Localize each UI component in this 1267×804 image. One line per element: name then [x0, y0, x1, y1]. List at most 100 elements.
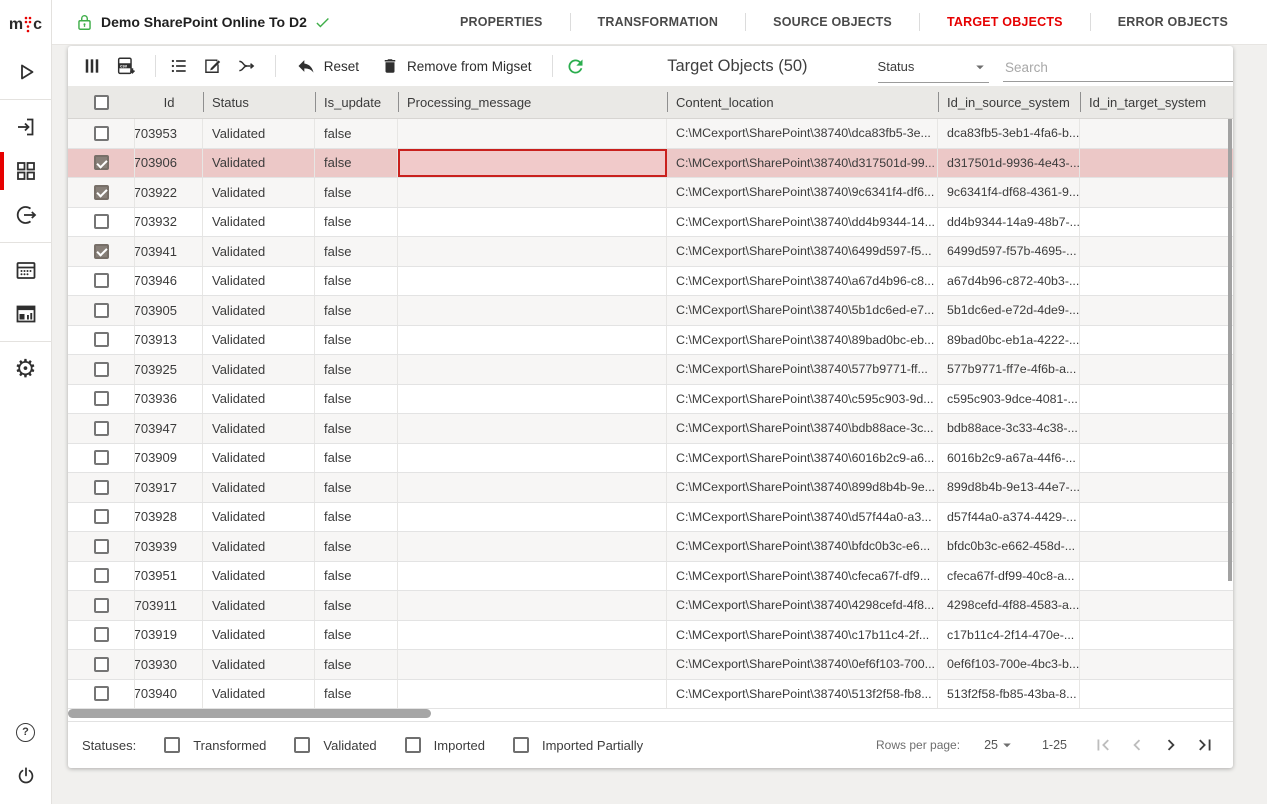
- row-checkbox[interactable]: [94, 598, 109, 613]
- row-checkbox[interactable]: [94, 480, 109, 495]
- prev-page-button[interactable]: [1125, 733, 1149, 757]
- first-page-button[interactable]: [1091, 733, 1115, 757]
- table-row[interactable]: 703911ValidatedfalseC:\MCexport\SharePoi…: [68, 591, 1233, 621]
- imported-partially-checkbox[interactable]: [513, 737, 529, 753]
- status-filter-imported[interactable]: Imported: [405, 737, 485, 753]
- row-checkbox[interactable]: [94, 657, 109, 672]
- vertical-scrollbar[interactable]: [1228, 119, 1232, 581]
- table-row[interactable]: 703905ValidatedfalseC:\MCexport\SharePoi…: [68, 296, 1233, 326]
- table-row[interactable]: 703953ValidatedfalseC:\MCexport\SharePoi…: [68, 119, 1233, 149]
- export-csv-button[interactable]: csv: [112, 50, 141, 82]
- column-header-is-update[interactable]: Is_update: [315, 86, 398, 118]
- last-page-button[interactable]: [1193, 733, 1217, 757]
- sidebar-item-import[interactable]: [0, 105, 52, 149]
- row-checkbox[interactable]: [94, 391, 109, 406]
- refresh-button[interactable]: [561, 50, 590, 82]
- cell-is-update: false: [315, 385, 398, 414]
- row-checkbox[interactable]: [94, 450, 109, 465]
- table-row[interactable]: 703913ValidatedfalseC:\MCexport\SharePoi…: [68, 326, 1233, 356]
- transformed-checkbox[interactable]: [164, 737, 180, 753]
- table-row[interactable]: 703928ValidatedfalseC:\MCexport\SharePoi…: [68, 503, 1233, 533]
- table-row[interactable]: 703917ValidatedfalseC:\MCexport\SharePoi…: [68, 473, 1233, 503]
- table-row[interactable]: 703925ValidatedfalseC:\MCexport\SharePoi…: [68, 355, 1233, 385]
- table-row[interactable]: 703936ValidatedfalseC:\MCexport\SharePoi…: [68, 385, 1233, 415]
- edit-button[interactable]: [198, 50, 227, 82]
- table-toolbar: csv: [68, 46, 1233, 86]
- cell-id-in-source-system: 577b9771-ff7e-4f6b-a...: [938, 355, 1080, 384]
- column-header-processing-message[interactable]: Processing_message: [398, 86, 667, 118]
- sidebar-item-scheduler[interactable]: [0, 248, 52, 292]
- imported-checkbox[interactable]: [405, 737, 421, 753]
- cell-id-in-source-system: dca83fb5-3eb1-4fa6-b...: [938, 119, 1080, 148]
- tab-error-objects[interactable]: ERROR OBJECTS: [1091, 15, 1255, 29]
- sidebar-item-settings[interactable]: ⚙: [0, 347, 52, 391]
- row-checkbox[interactable]: [94, 214, 109, 229]
- row-checkbox[interactable]: [94, 126, 109, 141]
- column-header-id[interactable]: Id: [135, 86, 203, 118]
- row-checkbox[interactable]: [94, 155, 109, 170]
- tab-transformation[interactable]: TRANSFORMATION: [571, 15, 746, 29]
- horizontal-scrollbar[interactable]: [68, 709, 431, 718]
- cell-content-location: C:\MCexport\SharePoint\38740\4298cefd-4f…: [667, 591, 938, 620]
- rows-per-page-label: Rows per page:: [876, 738, 960, 752]
- columns-button[interactable]: [78, 50, 107, 82]
- list-view-button[interactable]: [164, 50, 193, 82]
- table-row[interactable]: 703940ValidatedfalseC:\MCexport\SharePoi…: [68, 680, 1233, 710]
- caret-down-icon: [971, 58, 989, 76]
- row-checkbox[interactable]: [94, 627, 109, 642]
- table-row[interactable]: 703919ValidatedfalseC:\MCexport\SharePoi…: [68, 621, 1233, 651]
- table-row[interactable]: 703947ValidatedfalseC:\MCexport\SharePoi…: [68, 414, 1233, 444]
- status-filter-dropdown[interactable]: Status: [878, 58, 990, 83]
- column-header-content-location[interactable]: Content_location: [667, 86, 938, 118]
- table-row[interactable]: 703946ValidatedfalseC:\MCexport\SharePoi…: [68, 267, 1233, 297]
- table-row[interactable]: 703930ValidatedfalseC:\MCexport\SharePoi…: [68, 650, 1233, 680]
- column-header-status[interactable]: Status: [203, 86, 315, 118]
- table-row[interactable]: 703951ValidatedfalseC:\MCexport\SharePoi…: [68, 562, 1233, 592]
- rows-per-page-select[interactable]: 25: [984, 736, 1016, 754]
- sidebar-item-migsets[interactable]: [0, 149, 52, 193]
- column-header-id-in-target-system[interactable]: Id_in_target_system: [1080, 86, 1233, 118]
- table-row[interactable]: 703922ValidatedfalseC:\MCexport\SharePoi…: [68, 178, 1233, 208]
- table-row[interactable]: 703909ValidatedfalseC:\MCexport\SharePoi…: [68, 444, 1233, 474]
- sidebar-item-dashboard[interactable]: [0, 292, 52, 336]
- search-input[interactable]: [1003, 60, 1233, 82]
- row-checkbox[interactable]: [94, 686, 109, 701]
- tab-properties[interactable]: PROPERTIES: [433, 15, 570, 29]
- row-checkbox[interactable]: [94, 332, 109, 347]
- sidebar-item-logout[interactable]: [0, 754, 52, 798]
- row-checkbox[interactable]: [94, 185, 109, 200]
- status-filter-imported-partially[interactable]: Imported Partially: [513, 737, 643, 753]
- row-checkbox[interactable]: [94, 568, 109, 583]
- row-checkbox[interactable]: [94, 421, 109, 436]
- tab-bar: PROPERTIES TRANSFORMATION SOURCE OBJECTS…: [433, 13, 1267, 31]
- row-checkbox[interactable]: [94, 273, 109, 288]
- cell-is-update: false: [315, 119, 398, 148]
- tab-target-objects[interactable]: TARGET OBJECTS: [920, 15, 1090, 29]
- row-checkbox[interactable]: [94, 362, 109, 377]
- tab-source-objects[interactable]: SOURCE OBJECTS: [746, 15, 919, 29]
- table-row[interactable]: 703939ValidatedfalseC:\MCexport\SharePoi…: [68, 532, 1233, 562]
- select-all-checkbox[interactable]: [94, 95, 109, 110]
- row-checkbox[interactable]: [94, 509, 109, 524]
- cell-status: Validated: [203, 414, 315, 443]
- table-row[interactable]: 703906ValidatedfalseC:\MCexport\SharePoi…: [68, 149, 1233, 179]
- validated-checkbox[interactable]: [294, 737, 310, 753]
- merge-button[interactable]: [232, 50, 261, 82]
- sidebar-item-help[interactable]: ?: [0, 710, 52, 754]
- row-checkbox[interactable]: [94, 539, 109, 554]
- sidebar-item-run[interactable]: [0, 50, 52, 94]
- reset-button[interactable]: Reset: [296, 56, 359, 76]
- cell-id-in-source-system: 4298cefd-4f88-4583-a...: [938, 591, 1080, 620]
- cell-status: Validated: [203, 562, 315, 591]
- status-filter-validated[interactable]: Validated: [294, 737, 376, 753]
- status-filter-transformed[interactable]: Transformed: [164, 737, 266, 753]
- table-row[interactable]: 703941ValidatedfalseC:\MCexport\SharePoi…: [68, 237, 1233, 267]
- column-header-id-in-source-system[interactable]: Id_in_source_system: [938, 86, 1080, 118]
- row-checkbox[interactable]: [94, 244, 109, 259]
- sidebar-item-export[interactable]: [0, 193, 52, 237]
- next-page-button[interactable]: [1159, 733, 1183, 757]
- remove-from-migset-button[interactable]: Remove from Migset: [381, 57, 532, 75]
- row-checkbox[interactable]: [94, 303, 109, 318]
- table-row[interactable]: 703932ValidatedfalseC:\MCexport\SharePoi…: [68, 208, 1233, 238]
- cell-id-in-source-system: d57f44a0-a374-4429-...: [938, 503, 1080, 532]
